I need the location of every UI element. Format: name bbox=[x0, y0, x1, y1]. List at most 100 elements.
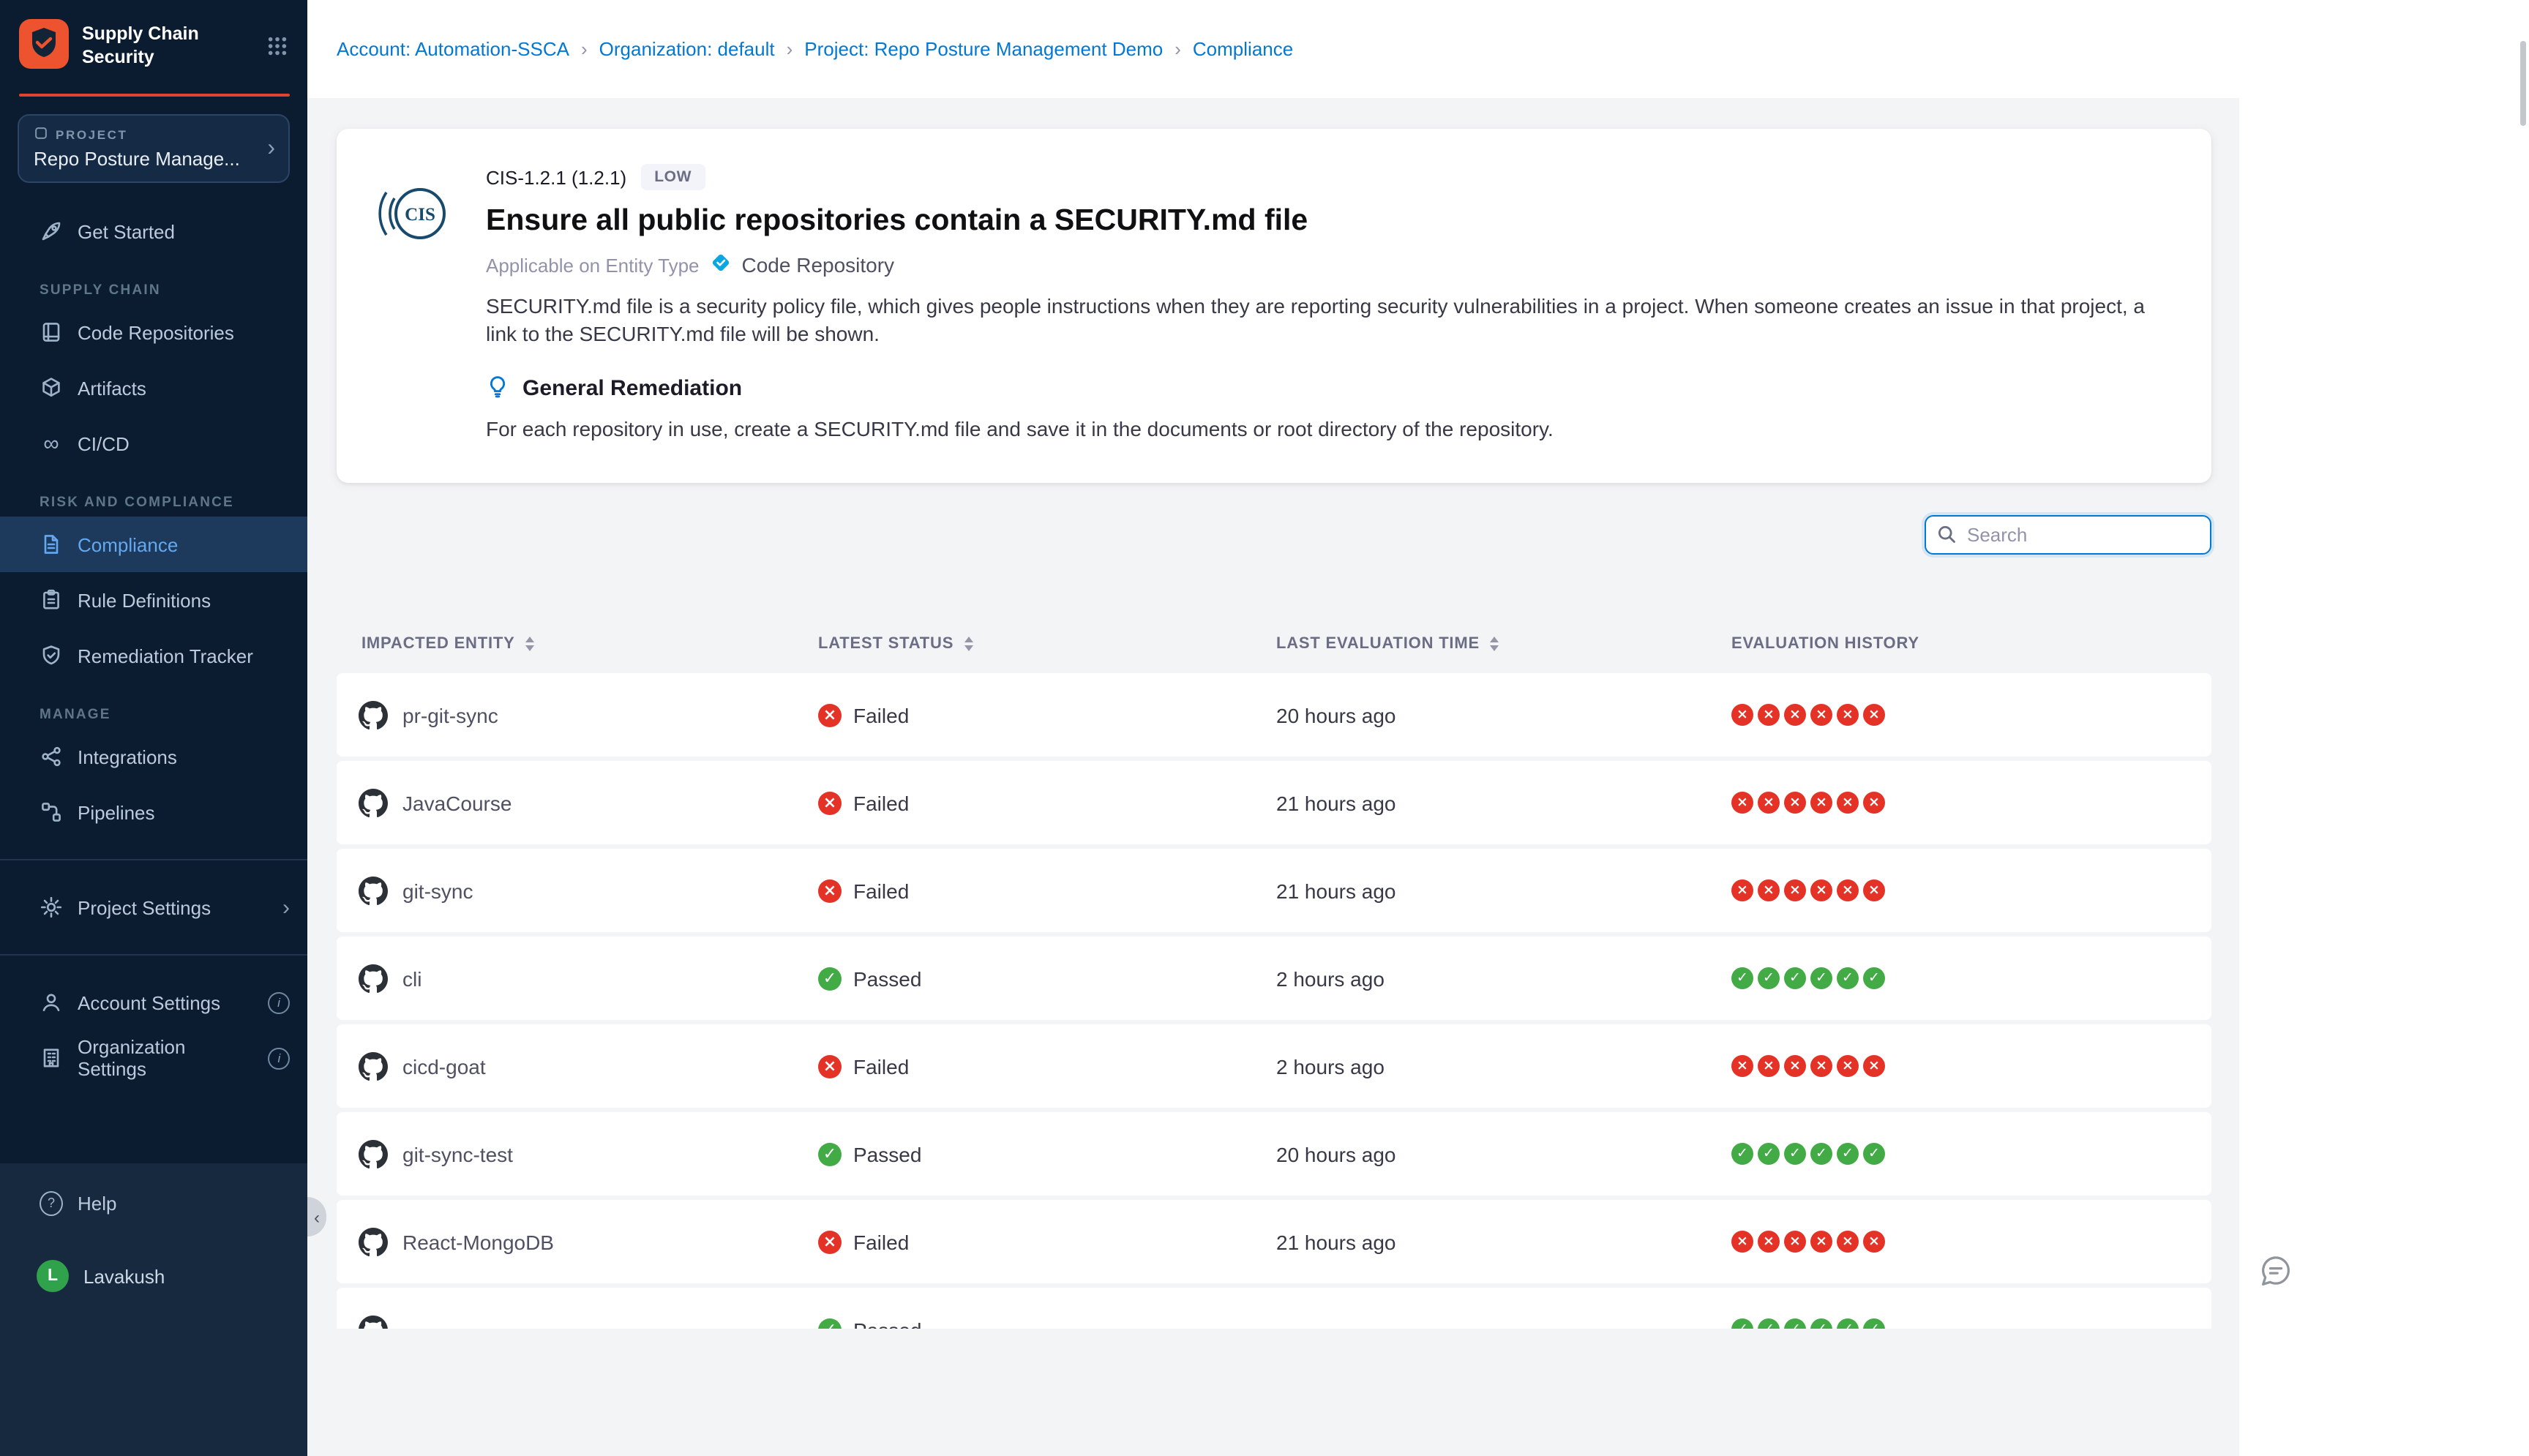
cis-logo: CIS bbox=[372, 164, 454, 448]
history-passed-icon bbox=[1731, 1143, 1753, 1165]
breadcrumb-link[interactable]: Project: Repo Posture Management Demo bbox=[804, 38, 1163, 60]
evaluation-history bbox=[1731, 1055, 2211, 1077]
info-icon[interactable] bbox=[269, 1047, 290, 1069]
table-row[interactable]: cicd-goat Failed 2 hours ago bbox=[337, 1024, 2211, 1108]
breadcrumb-link[interactable]: Compliance bbox=[1193, 38, 1293, 60]
table-row[interactable]: git-sync Failed 21 hours ago bbox=[337, 849, 2211, 932]
sidebar-item-cicd[interactable]: CI/CD bbox=[0, 416, 307, 471]
status-label: Passed bbox=[853, 967, 921, 990]
breadcrumb-link[interactable]: Organization: default bbox=[599, 38, 775, 60]
code-repositories-icon bbox=[40, 320, 63, 344]
sort-icon[interactable] bbox=[525, 637, 534, 651]
gear-icon bbox=[40, 896, 63, 919]
history-failed-icon bbox=[1731, 879, 1753, 901]
history-failed-icon bbox=[1837, 879, 1859, 901]
evaluation-history bbox=[1731, 792, 2211, 814]
user-profile[interactable]: L Lavakush bbox=[0, 1247, 307, 1305]
pipelines-icon bbox=[40, 800, 63, 824]
history-failed-icon bbox=[1758, 704, 1780, 726]
sidebar-item-label: Project Settings bbox=[78, 896, 211, 918]
entity-name[interactable]: pr-git-sync bbox=[402, 703, 498, 727]
history-failed-icon bbox=[1837, 1231, 1859, 1253]
sidebar-item-rule-definitions[interactable]: Rule Definitions bbox=[0, 572, 307, 628]
module-header: Supply Chain Security bbox=[0, 0, 307, 88]
search-input[interactable] bbox=[1925, 515, 2211, 555]
history-failed-icon bbox=[1758, 1231, 1780, 1253]
status-icon bbox=[818, 879, 842, 902]
history-passed-icon bbox=[1810, 1143, 1832, 1165]
chat-support-icon[interactable] bbox=[2257, 1253, 2295, 1298]
sidebar-item-help[interactable]: Help bbox=[0, 1175, 307, 1231]
history-passed-icon bbox=[1784, 967, 1806, 989]
rule-definitions-clipboard-icon bbox=[40, 588, 63, 612]
section-label-supply-chain: SUPPLY CHAIN bbox=[0, 282, 307, 299]
history-passed-icon bbox=[1837, 1143, 1859, 1165]
sidebar-item-code-repositories[interactable]: Code Repositories bbox=[0, 304, 307, 360]
rule-id: CIS-1.2.1 (1.2.1) bbox=[486, 166, 626, 188]
chevron-right-icon bbox=[267, 135, 275, 162]
sidebar-item-project-settings[interactable]: Project Settings bbox=[0, 879, 307, 935]
history-passed-icon bbox=[1758, 1143, 1780, 1165]
github-icon bbox=[359, 1227, 388, 1256]
sidebar-divider bbox=[0, 859, 307, 860]
history-failed-icon bbox=[1784, 879, 1806, 901]
content-panel: CIS CIS-1.2.1 (1.2.1) LOW Ensure all pub… bbox=[307, 98, 2239, 1456]
entity-name[interactable]: git-sync-test bbox=[402, 1142, 513, 1166]
history-failed-icon bbox=[1863, 704, 1885, 726]
sidebar-item-remediation-tracker[interactable]: Remediation Tracker bbox=[0, 628, 307, 683]
history-failed-icon bbox=[1758, 879, 1780, 901]
sidebar-item-pipelines[interactable]: Pipelines bbox=[0, 784, 307, 840]
sidebar-item-label: Organization Settings bbox=[78, 1036, 254, 1080]
account-icon bbox=[40, 991, 63, 1014]
history-passed-icon bbox=[1731, 1318, 1753, 1329]
table-row[interactable]: cli Passed 2 hours ago bbox=[337, 937, 2211, 1020]
status-label: Failed bbox=[853, 791, 909, 814]
github-icon bbox=[359, 1139, 388, 1168]
sidebar-item-integrations[interactable]: Integrations bbox=[0, 729, 307, 784]
table-row[interactable]: JavaCourse Failed 21 hours ago bbox=[337, 761, 2211, 844]
history-failed-icon bbox=[1810, 1231, 1832, 1253]
github-icon bbox=[359, 1051, 388, 1081]
main-area: Account: Automation-SSCA›Organization: d… bbox=[307, 0, 2529, 1456]
table-row[interactable]: pr-git-sync Failed 20 hours ago bbox=[337, 673, 2211, 757]
apps-grid-icon[interactable] bbox=[266, 35, 288, 64]
remediation-shield-icon bbox=[40, 644, 63, 667]
entity-name[interactable]: git-sync bbox=[402, 879, 473, 902]
scrollbar-thumb[interactable] bbox=[2520, 41, 2526, 126]
sort-icon[interactable] bbox=[964, 637, 973, 651]
history-failed-icon bbox=[1863, 1055, 1885, 1077]
sidebar-item-account-settings[interactable]: Account Settings bbox=[0, 975, 307, 1030]
history-passed-icon bbox=[1784, 1143, 1806, 1165]
entity-name[interactable]: JavaCourse bbox=[402, 791, 512, 814]
sort-icon[interactable] bbox=[1490, 637, 1499, 651]
table-row[interactable]: git-sync-test Passed 20 hours ago bbox=[337, 1112, 2211, 1196]
project-selector[interactable]: PROJECT Repo Posture Manage... bbox=[18, 114, 290, 183]
history-failed-icon bbox=[1810, 879, 1832, 901]
sidebar-bottom-section: Help L Lavakush bbox=[0, 1163, 307, 1456]
sidebar-item-label: Code Repositories bbox=[78, 321, 234, 343]
evaluation-time: 2 hours ago bbox=[1276, 967, 1731, 990]
status-label: Failed bbox=[853, 1054, 909, 1078]
history-passed-icon bbox=[1731, 967, 1753, 989]
column-header-impacted-entity: IMPACTED ENTITY bbox=[337, 635, 818, 653]
evaluation-time: 21 hours ago bbox=[1276, 879, 1731, 902]
history-passed-icon bbox=[1837, 967, 1859, 989]
table-row[interactable]: React-MongoDB Failed 21 hours ago bbox=[337, 1200, 2211, 1283]
table-row[interactable]: Passed bbox=[337, 1288, 2211, 1329]
history-failed-icon bbox=[1810, 1055, 1832, 1077]
info-icon[interactable] bbox=[268, 991, 290, 1013]
entity-name[interactable]: React-MongoDB bbox=[402, 1230, 554, 1253]
entity-name[interactable]: cicd-goat bbox=[402, 1054, 486, 1078]
sidebar-item-organization-settings[interactable]: Organization Settings bbox=[0, 1030, 307, 1086]
entity-name[interactable]: cli bbox=[402, 967, 422, 990]
code-repository-entity-icon bbox=[710, 252, 732, 278]
breadcrumb-link[interactable]: Account: Automation-SSCA bbox=[337, 38, 569, 60]
sidebar-item-get-started[interactable]: Get Started bbox=[0, 203, 307, 259]
sidebar-item-artifacts[interactable]: Artifacts bbox=[0, 360, 307, 416]
sidebar-item-compliance[interactable]: Compliance bbox=[0, 517, 307, 572]
search-icon bbox=[1936, 524, 1957, 552]
entity-type: Code Repository bbox=[742, 253, 895, 277]
chevron-right-icon bbox=[282, 895, 290, 920]
history-failed-icon bbox=[1863, 879, 1885, 901]
module-accent-bar bbox=[19, 94, 290, 97]
